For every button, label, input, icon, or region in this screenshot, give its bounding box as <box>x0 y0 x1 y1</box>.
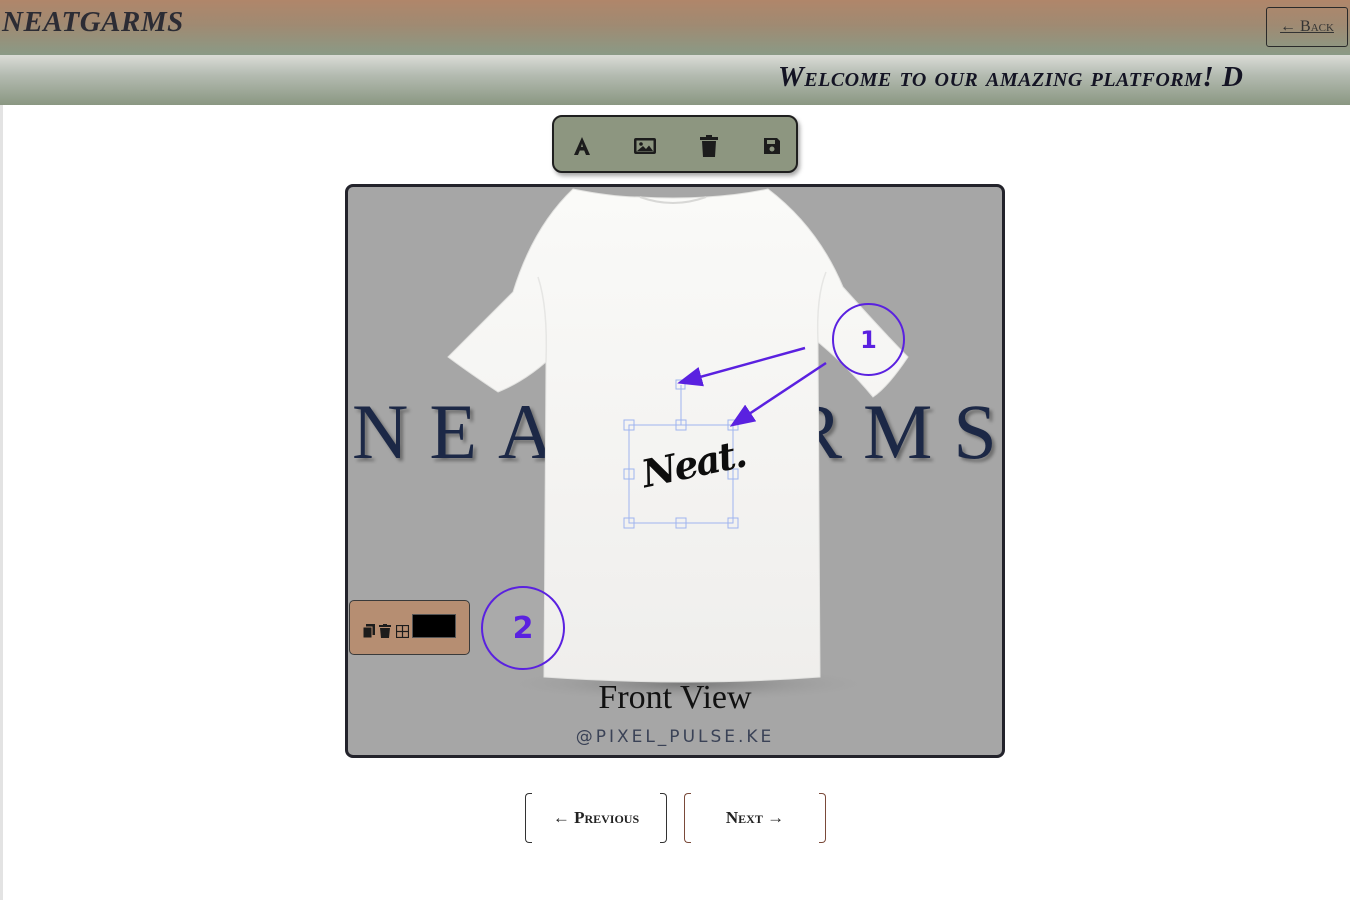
text-icon <box>574 137 590 155</box>
previous-bracket-left <box>525 793 532 843</box>
back-button[interactable]: ← Back <box>1266 7 1348 47</box>
image-icon <box>634 138 656 154</box>
add-image-button[interactable] <box>632 133 658 159</box>
selected-logo-object[interactable]: Neat. <box>623 379 749 529</box>
color-swatch[interactable] <box>412 614 456 638</box>
previous-label: ← Previous <box>552 808 640 827</box>
page-left-edge <box>0 105 3 900</box>
design-canvas[interactable]: NEATGARMS <box>345 184 1005 758</box>
view-caption: Front View <box>598 679 752 716</box>
callout-2: 2 <box>481 586 565 670</box>
next-label: Next → <box>725 808 785 827</box>
callout-1: 1 <box>832 303 905 376</box>
top-header: NEATGARMS ← Back <box>0 0 1350 55</box>
trash-icon <box>700 135 718 157</box>
social-handle: @PIXEL_PULSE.KE <box>575 727 775 747</box>
object-toolbar <box>349 600 470 655</box>
brand-logo[interactable]: NEATGARMS <box>2 6 184 39</box>
delete-button[interactable] <box>696 133 722 159</box>
trash-icon[interactable] <box>379 624 391 638</box>
copy-icon[interactable] <box>363 624 375 638</box>
marquee-text: Welcome to our amazing platform! D <box>778 61 1244 93</box>
next-bracket-right <box>819 793 826 843</box>
save-button[interactable] <box>759 133 785 159</box>
previous-bracket-right <box>660 793 667 843</box>
next-bracket-left <box>684 793 691 843</box>
save-icon <box>764 138 780 154</box>
welcome-marquee: Welcome to our amazing platform! D <box>0 55 1350 105</box>
add-text-button[interactable] <box>569 133 595 159</box>
previous-button[interactable]: ← Previous <box>525 793 667 843</box>
editor-toolbar <box>552 115 798 173</box>
grid-icon[interactable] <box>396 625 409 638</box>
next-button[interactable]: Next → <box>684 793 826 843</box>
